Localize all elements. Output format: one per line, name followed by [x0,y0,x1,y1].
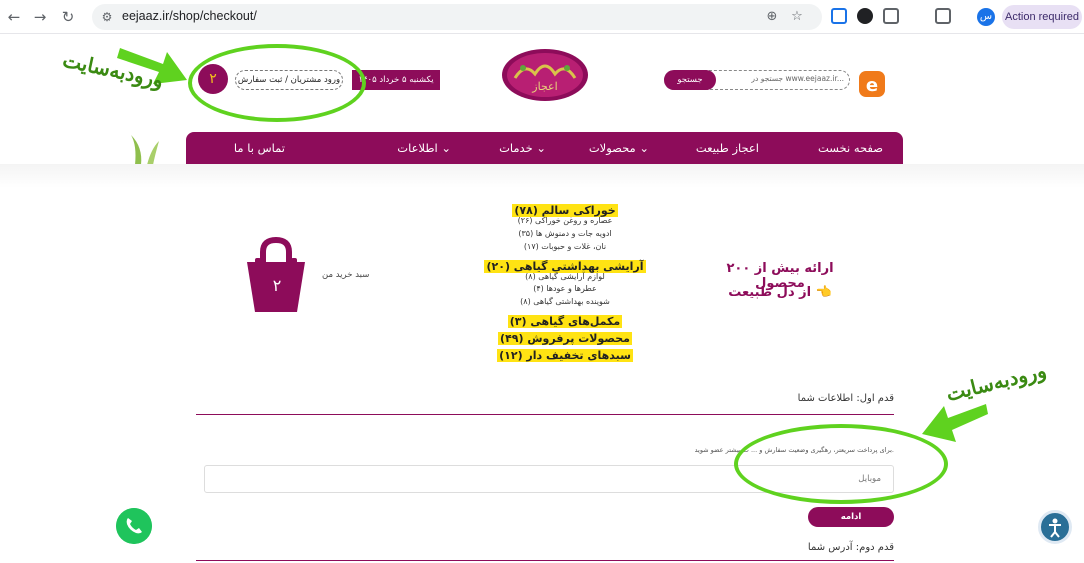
save-extension-icon[interactable] [831,8,847,24]
site-logo[interactable]: اعجاز [501,48,589,102]
brand-e-icon[interactable]: e [858,70,886,98]
extension-icon[interactable] [857,8,873,24]
promo-line-2: از دل طبیعت 👈 [728,285,832,300]
nav-nature[interactable]: اعجاز طبیعت [696,141,759,155]
category-perfumes[interactable]: عطرها و عودها (۴) [420,284,710,293]
category-discount-baskets[interactable]: سبدهای تخفیف دار (۱۲) [420,344,710,363]
continue-button[interactable]: ادامه [808,507,894,527]
category-makeup[interactable]: لوازم آرایشی گیاهی (۸) [420,272,710,281]
phone-call-icon[interactable] [116,508,152,544]
site-info-icon[interactable]: ⚙ [99,9,115,25]
nav-products[interactable]: محصولات ⌄ [589,141,649,155]
reload-icon[interactable]: ↻ [58,7,78,27]
step2-divider [196,560,894,561]
search-button[interactable]: جستجو [664,70,716,90]
profile-avatar[interactable]: س [977,8,995,26]
leaf-decoration [131,135,159,165]
address-bar[interactable]: ⚙ eejaaz.ir/shop/checkout/ ⊕ ☆ [92,4,822,30]
category-detergents[interactable]: شوینده بهداشتی گیاهی (۸) [420,297,710,306]
annotation-ring-login [188,44,366,122]
search-placeholder: جستجو در www.eejaaz.ir... [751,74,844,83]
step1-title: قدم اول: اطلاعات شما [797,393,894,404]
screenshot-root: ← → ↻ ⚙ eejaaz.ir/shop/checkout/ ⊕ ☆ س A… [0,0,1084,563]
main-nav: صفحه نخست اعجاز طبیعت محصولات ⌄ خدمات ⌄ … [186,132,903,164]
annotation-ring-mobile [734,424,948,504]
puzzle-extensions-icon[interactable] [883,8,899,24]
nav-info[interactable]: اطلاعات ⌄ [397,141,451,155]
bookmark-star-icon[interactable]: ☆ [789,9,805,25]
header-shadow [0,164,1084,188]
step2-title: قدم دوم: آدرس شما [807,542,894,553]
category-extracts[interactable]: عصاره و روغن خوراکی (۲۶) [420,216,710,225]
shopping-bag-icon[interactable] [245,236,307,314]
zoom-icon[interactable]: ⊕ [764,9,780,25]
action-required-button[interactable]: Action required [1002,5,1082,29]
cart-count: ۲ [272,276,282,295]
accessibility-icon[interactable] [1038,510,1072,544]
reading-list-icon[interactable] [935,8,951,24]
category-grains[interactable]: نان، غلات و حبوبات (۱۷) [420,242,710,251]
browser-toolbar: ← → ↻ ⚙ eejaaz.ir/shop/checkout/ ⊕ ☆ س A… [0,0,1084,34]
back-icon[interactable]: ← [4,7,24,27]
svg-text:e: e [866,75,878,96]
logo-text: اعجاز [531,80,557,93]
annotation-label-2: ورودبه‌سایت [943,357,1049,407]
nav-contact[interactable]: تماس با ما [234,141,285,155]
step1-divider [196,414,894,415]
pointing-hand-icon: 👈 [815,285,832,300]
forward-icon[interactable]: → [30,7,50,27]
url-text[interactable]: eejaaz.ir/shop/checkout/ [122,9,257,23]
category-spices[interactable]: ادویه جات و دمنوش ها (۳۵) [420,229,710,238]
nav-home[interactable]: صفحه نخست [818,141,883,155]
my-cart-label[interactable]: سبد خرید من [322,270,369,280]
nav-services[interactable]: خدمات ⌄ [499,141,546,155]
